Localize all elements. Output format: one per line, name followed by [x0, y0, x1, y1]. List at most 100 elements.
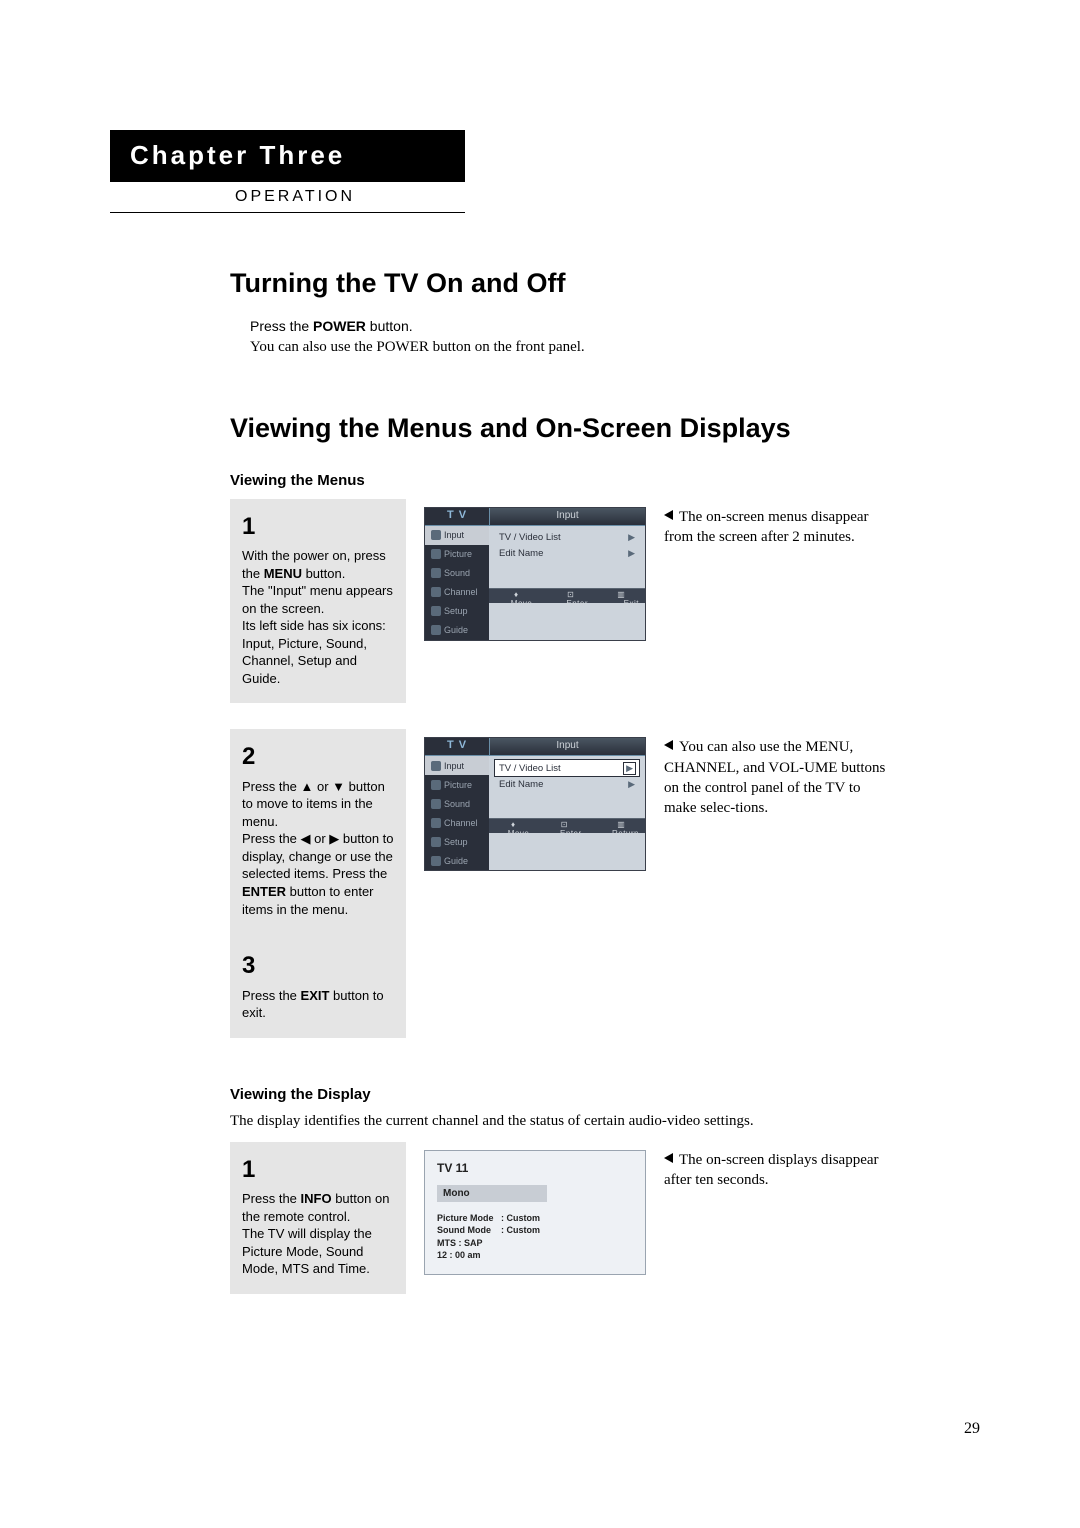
text: Press the [242, 988, 301, 1003]
chapter-subtitle-row: OPERATION [110, 181, 465, 213]
osd-nav-label: Input [444, 530, 464, 540]
chapter-banner: Chapter Three [110, 130, 465, 181]
note-text: You can also use the MENU, CHANNEL, and … [664, 739, 885, 816]
osd-nav-label: Setup [444, 606, 468, 616]
osd-row-label: TV / Video List [499, 532, 561, 543]
step-box-1: 1 With the power on, press the MENU butt… [230, 499, 406, 704]
osd-nav-sound: Sound [425, 564, 489, 583]
text: Press the ◀ or ▶ button to display, chan… [242, 831, 394, 881]
osd-nav-label: Guide [444, 625, 468, 635]
chapter-subtitle: OPERATION [110, 182, 355, 212]
section-title-turning-on-off: Turning the TV On and Off [230, 268, 980, 299]
subsection-viewing-menus: Viewing the Menus [230, 472, 980, 489]
label: Enter [566, 590, 588, 608]
osd-row-arrow-icon: ▶ [628, 548, 635, 559]
osd-right-content: TV / Video List▶ Edit Name ▶ ♦ Move ⊡ Ent… [489, 756, 645, 870]
osd-footer: ♦ Move ⊡ Enter ▥ Return [489, 818, 645, 833]
osd-header: T V Input [425, 508, 645, 526]
osd-nav-label: Channel [444, 818, 478, 828]
osd-header-title: Input [489, 508, 645, 526]
step-box-3: 3 Press the EXIT button to exit. [230, 938, 406, 1037]
osd-nav-channel: Channel [425, 813, 489, 832]
osd-nav-label: Sound [444, 568, 470, 578]
left-arrow-icon [664, 1153, 673, 1163]
page-number: 29 [964, 1420, 980, 1438]
osd-left-nav: Input Picture Sound Channel Setup Guide [425, 526, 489, 640]
osd-nav-guide: Guide [425, 621, 489, 640]
osd-menu-2: T V Input Input Picture Sound Channel Se… [424, 737, 646, 871]
text-bold: ENTER [242, 884, 286, 899]
step-number: 1 [242, 1154, 394, 1186]
left-arrow-icon [664, 510, 673, 520]
osd-row-label: Edit Name [499, 548, 543, 559]
osd-nav-channel: Channel [425, 583, 489, 602]
info-audio: Mono [437, 1185, 547, 1202]
osd-nav-label: Picture [444, 780, 472, 790]
value: : Custom [501, 1213, 540, 1223]
osd-row-arrow-icon: ▶ [628, 532, 635, 543]
osd-row-arrow-icon: ▶ [628, 779, 635, 790]
label: Exit [624, 590, 639, 608]
text: The "Input" menu appears on the screen. [242, 583, 393, 616]
osd-row-label: Edit Name [499, 779, 543, 790]
osd-footer-move: ♦ Move [489, 590, 532, 603]
osd-menu-1: T V Input Input Picture Sound Channel Se… [424, 507, 646, 641]
note-text: The on-screen displays disappear after t… [664, 1152, 879, 1188]
text-bold: MENU [264, 566, 302, 581]
step-box-2: 2 Press the ▲ or ▼ button to move to ite… [230, 729, 406, 938]
osd-nav-label: Sound [444, 799, 470, 809]
osd-nav-picture: Picture [425, 775, 489, 794]
osd-footer-exit: ▥ Exit [598, 590, 639, 603]
osd-row: Edit Name ▶ [495, 776, 639, 792]
turning-on-off-body: Press the POWER button. You can also use… [250, 317, 980, 358]
osd-nav-setup: Setup [425, 832, 489, 851]
side-note-2: You can also use the MENU, CHANNEL, and … [664, 737, 889, 818]
step-row-3: 3 Press the EXIT button to exit. [230, 938, 980, 1037]
label: Picture Mode [437, 1213, 494, 1223]
osd-header-tv: T V [425, 738, 489, 756]
text-bold: INFO [301, 1191, 332, 1206]
osd-nav-label: Setup [444, 837, 468, 847]
info-sound-mode: Sound Mode : Custom [437, 1224, 633, 1237]
chapter-title: Chapter Three [130, 140, 345, 170]
step-number: 2 [242, 741, 394, 773]
osd-row: Edit Name ▶ [495, 546, 639, 562]
label: Sound Mode [437, 1225, 491, 1235]
osd-header-title: Input [489, 738, 645, 756]
setup-icon [431, 606, 441, 616]
text: Press the [242, 1191, 301, 1206]
osd-row-arrow-icon: ▶ [624, 763, 635, 774]
text: The TV will display the Picture Mode, So… [242, 1226, 372, 1276]
osd-nav-guide: Guide [425, 851, 489, 870]
osd-row-selected: TV / Video List▶ [495, 760, 639, 776]
osd-nav-input: Input [425, 756, 489, 775]
text-serif: You can also use the POWER button on the… [250, 339, 585, 355]
step-row-2: 2 Press the ▲ or ▼ button to move to ite… [230, 729, 980, 938]
guide-icon [431, 856, 441, 866]
osd-nav-sound: Sound [425, 794, 489, 813]
text-bold: EXIT [301, 988, 330, 1003]
display-step-row-1: 1 Press the INFO button on the remote co… [230, 1142, 980, 1294]
text: Its left side has six icons: Input, Pict… [242, 618, 386, 686]
setup-icon [431, 837, 441, 847]
page: Chapter Three OPERATION Turning the TV O… [0, 0, 1080, 1528]
osd-nav-picture: Picture [425, 545, 489, 564]
osd-left-nav: Input Picture Sound Channel Setup Guide [425, 756, 489, 870]
info-osd: TV 11 Mono Picture Mode : Custom Sound M… [424, 1150, 646, 1275]
osd-body: Input Picture Sound Channel Setup Guide … [425, 526, 645, 640]
info-picture-mode: Picture Mode : Custom [437, 1212, 633, 1225]
osd-header-tv: T V [425, 508, 489, 526]
label: Enter [560, 820, 582, 838]
sound-icon [431, 799, 441, 809]
text: Press the [250, 318, 313, 334]
osd-nav-label: Picture [444, 549, 472, 559]
osd-nav-label: Input [444, 761, 464, 771]
osd-footer-return: ▥ Return [592, 820, 639, 833]
label: Move [511, 590, 533, 608]
side-note-3: The on-screen displays disappear after t… [664, 1150, 889, 1191]
text: button. [302, 566, 345, 581]
osd-footer: ♦ Move ⊡ Enter ▥ Exit [489, 588, 645, 603]
osd-footer-enter: ⊡ Enter [539, 820, 581, 833]
step-number: 1 [242, 511, 394, 543]
osd-nav-label: Guide [444, 856, 468, 866]
